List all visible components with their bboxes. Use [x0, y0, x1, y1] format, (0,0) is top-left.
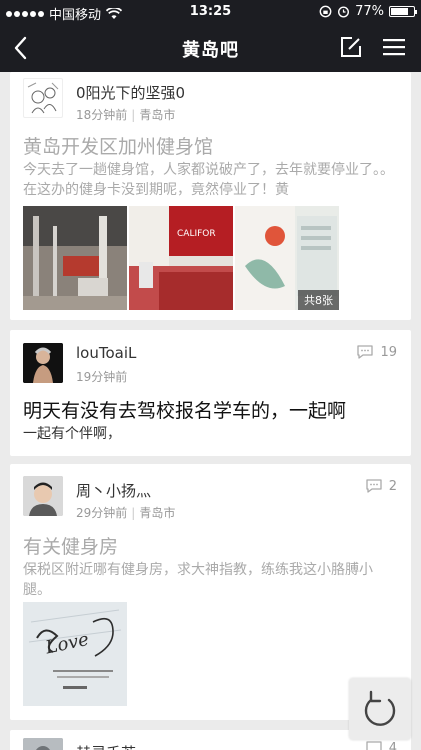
post-image[interactable] [23, 206, 127, 310]
comment-count-value: 2 [388, 478, 397, 494]
post-body[interactable]: 一起有个伴啊， [23, 424, 397, 444]
post-card[interactable]: 0阳光下的坚强0 18分钟前 | 青岛市 黄岛开发区加州健身馆 今天去了一趟健身馆，… [10, 72, 411, 320]
post-author[interactable]: 0阳光下的坚强0 [76, 82, 185, 103]
post-meta: 19分钟前 [76, 368, 127, 385]
post-location: 青岛市 [139, 108, 176, 122]
comment-count[interactable]: 2 [365, 478, 397, 494]
refresh-icon [364, 690, 396, 726]
avatar-photo [23, 476, 63, 516]
menu-icon[interactable] [382, 37, 406, 57]
comment-count[interactable]: 4 [365, 740, 397, 750]
post-body[interactable]: 今天去了一趟健身馆，人家都说破产了，去年就要停业了。。在这办的健身卡没到期呢，竟… [23, 160, 397, 200]
comment-icon [366, 479, 382, 493]
avatar[interactable] [23, 738, 63, 750]
avatar-sketch-image [27, 82, 59, 114]
nav-bar: 黄岛吧 [0, 24, 421, 72]
status-bar: 中国移动 13:25 77% [0, 0, 421, 24]
comment-count-value: 4 [388, 740, 397, 750]
post-meta: 29分钟前 | 青岛市 [76, 504, 175, 521]
post-card[interactable]: louToaiL 19分钟前 19 明天有没有去驾校报名学车的，一起啊 一起有个… [10, 330, 411, 456]
battery-fill [391, 8, 408, 15]
avatar[interactable] [23, 343, 63, 383]
image-count-badge: 共8张 [298, 290, 339, 310]
post-title[interactable]: 明天有没有去驾校报名学车的，一起啊 [23, 396, 346, 423]
avatar-photo [23, 343, 63, 383]
post-location: 青岛市 [139, 506, 176, 520]
svg-text:CALIFOR: CALIFOR [177, 229, 216, 239]
comment-count[interactable]: 19 [356, 344, 397, 360]
rotation-lock-icon [319, 5, 332, 18]
post-body[interactable]: 保税区附近哪有健身房，求大神指教，练练我这小胳膊小腿。 [23, 560, 397, 600]
post-author[interactable]: 周丶小扬灬 [76, 480, 151, 501]
avatar[interactable] [23, 476, 63, 516]
battery-percent: 77% [355, 4, 384, 19]
post-title[interactable]: 有关健身房 [23, 532, 118, 559]
battery-icon [389, 6, 417, 17]
meta-separator: | [131, 108, 136, 122]
status-right: 77% [319, 4, 417, 19]
post-time: 29分钟前 [76, 506, 128, 520]
post-time: 18分钟前 [76, 108, 128, 122]
post-title[interactable]: 黄岛开发区加州健身馆 [23, 132, 213, 159]
refresh-button[interactable] [349, 678, 411, 740]
post-image[interactable]: CALIFOR [129, 206, 233, 310]
compose-icon[interactable] [340, 36, 362, 58]
post-author[interactable]: 赫灵千若 [76, 742, 136, 750]
post-image[interactable]: Love [23, 602, 127, 706]
avatar-photo [23, 738, 63, 750]
comment-count-value: 19 [380, 344, 397, 360]
avatar[interactable] [23, 78, 63, 118]
post-image[interactable]: 共8张 [235, 206, 339, 310]
post-author[interactable]: louToaiL [76, 344, 136, 362]
post-meta: 18分钟前 | 青岛市 [76, 106, 175, 123]
alarm-icon [338, 6, 350, 18]
meta-separator: | [131, 506, 136, 520]
comment-icon [357, 345, 374, 359]
post-feed[interactable]: 0阳光下的坚强0 18分钟前 | 青岛市 黄岛开发区加州健身馆 今天去了一趟健身馆，… [0, 72, 421, 750]
comment-icon [366, 741, 382, 750]
post-time: 19分钟前 [76, 370, 128, 384]
